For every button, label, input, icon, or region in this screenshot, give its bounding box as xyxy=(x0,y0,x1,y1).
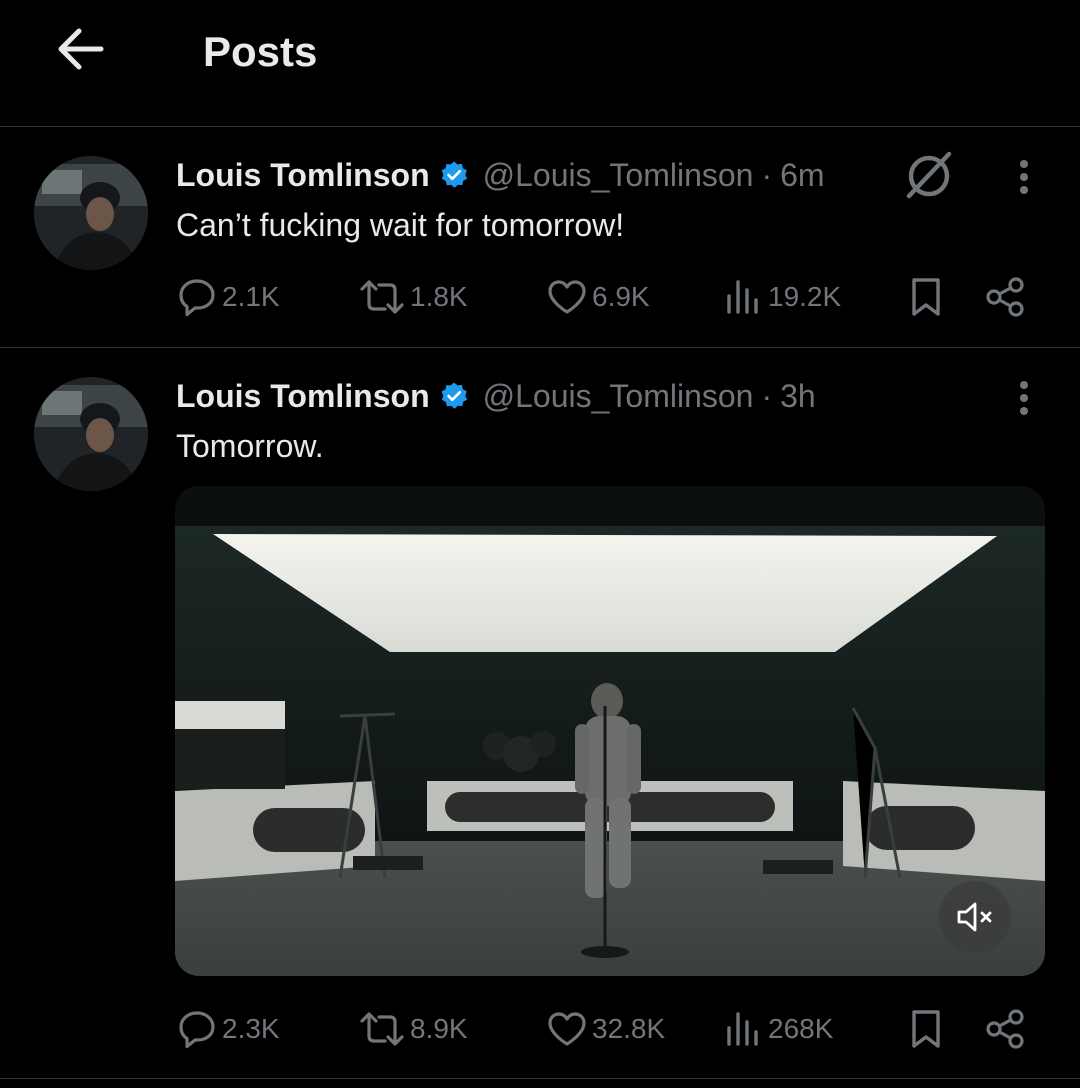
author-handle[interactable]: @Louis_Tomlinson xyxy=(483,157,754,194)
views-button[interactable]: 268K xyxy=(724,1004,833,1054)
avatar[interactable] xyxy=(34,377,148,491)
separator-dot: · xyxy=(761,156,773,193)
author-name[interactable]: Louis Tomlinson xyxy=(176,378,430,415)
reply-icon xyxy=(179,279,215,317)
reply-button[interactable]: 2.3K xyxy=(176,1004,280,1054)
more-options-button[interactable] xyxy=(1004,155,1044,199)
post[interactable]: Louis Tomlinson @Louis_Tomlinson · 3h To… xyxy=(0,348,1080,1079)
views-count: 19.2K xyxy=(768,281,842,312)
like-button[interactable]: 6.9K xyxy=(546,272,650,322)
post-actions: 2.3K 8.9K 32.8K 268K xyxy=(176,1004,1036,1054)
heart-icon xyxy=(548,280,586,314)
reply-count: 2.3K xyxy=(222,1013,280,1044)
muted-speaker-icon xyxy=(957,902,992,932)
repost-count: 1.8K xyxy=(410,281,468,312)
repost-button[interactable]: 1.8K xyxy=(358,272,468,322)
video-frame xyxy=(175,486,1045,976)
bookmark-icon xyxy=(912,1010,940,1048)
views-count: 268K xyxy=(768,1013,834,1044)
avatar[interactable] xyxy=(34,156,148,270)
views-button[interactable]: 19.2K xyxy=(724,272,841,322)
like-count: 6.9K xyxy=(592,281,650,312)
repost-icon xyxy=(360,280,404,314)
repost-button[interactable]: 8.9K xyxy=(358,1004,468,1054)
reply-count: 2.1K xyxy=(222,281,280,312)
page-title: Posts xyxy=(203,28,318,75)
arrow-left-icon xyxy=(58,28,104,70)
bookmark-button[interactable] xyxy=(906,272,946,322)
repost-icon xyxy=(360,1012,404,1046)
avatar-photo xyxy=(34,377,148,491)
post-time[interactable]: 3h xyxy=(780,378,816,415)
post-header: Louis Tomlinson @Louis_Tomlinson · 6m xyxy=(176,153,825,197)
mute-toggle-button[interactable] xyxy=(939,881,1011,953)
bookmark-button[interactable] xyxy=(906,1004,946,1054)
more-vertical-icon xyxy=(1020,160,1028,194)
post-actions: 2.1K 1.8K 6.9K 19.2K xyxy=(176,272,1036,322)
post-text: Tomorrow. xyxy=(176,428,324,464)
grok-button[interactable] xyxy=(900,145,958,203)
like-button[interactable]: 32.8K xyxy=(546,1004,665,1054)
share-button[interactable] xyxy=(984,272,1028,322)
repost-count: 8.9K xyxy=(410,1013,468,1044)
post-time[interactable]: 6m xyxy=(780,157,824,194)
video-player[interactable] xyxy=(175,486,1045,976)
bookmark-icon xyxy=(912,278,940,316)
views-icon xyxy=(727,280,758,314)
more-vertical-icon xyxy=(1020,381,1028,415)
verified-badge-icon xyxy=(441,382,467,409)
views-icon xyxy=(727,1012,758,1046)
reply-icon xyxy=(179,1011,215,1049)
reply-button[interactable]: 2.1K xyxy=(176,272,280,322)
top-app-bar: Posts xyxy=(0,0,1080,127)
post-text: Can’t fucking wait for tomorrow! xyxy=(176,207,625,243)
heart-icon xyxy=(548,1012,586,1046)
more-options-button[interactable] xyxy=(1004,376,1044,420)
share-icon xyxy=(986,1009,1024,1049)
grok-icon xyxy=(906,151,952,199)
verified-badge-icon xyxy=(441,161,467,188)
author-handle[interactable]: @Louis_Tomlinson xyxy=(483,378,754,415)
author-name[interactable]: Louis Tomlinson xyxy=(176,157,430,194)
share-button[interactable] xyxy=(984,1004,1028,1054)
separator-dot: · xyxy=(761,377,773,414)
back-button[interactable] xyxy=(52,24,108,74)
share-icon xyxy=(986,277,1024,317)
post[interactable]: Louis Tomlinson @Louis_Tomlinson · 6m Ca… xyxy=(0,127,1080,348)
like-count: 32.8K xyxy=(592,1013,666,1044)
post-header: Louis Tomlinson @Louis_Tomlinson · 3h xyxy=(176,374,816,418)
avatar-photo xyxy=(34,156,148,270)
